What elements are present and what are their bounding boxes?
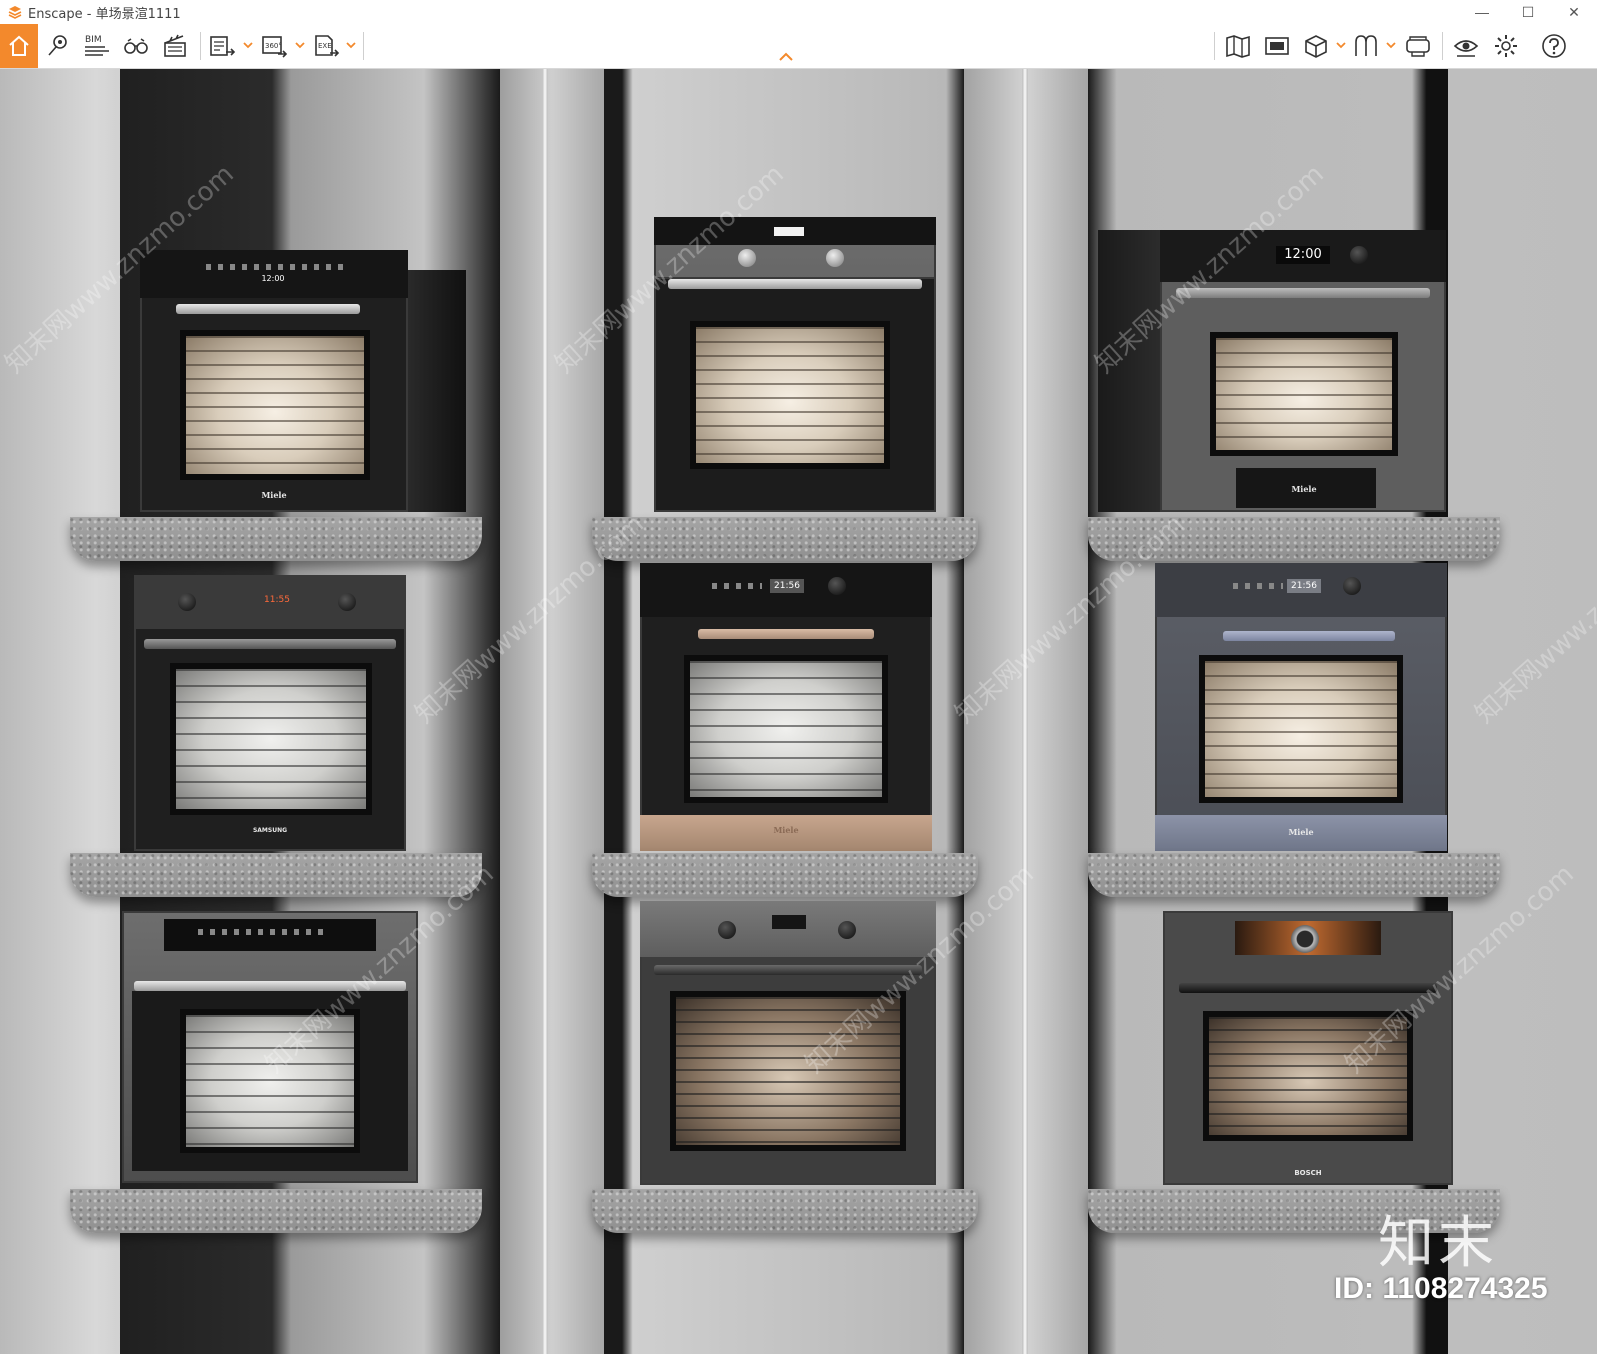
panorama-360-icon: 360°	[262, 36, 288, 58]
camera-view-icon	[1265, 37, 1289, 55]
oven-side	[1098, 230, 1168, 512]
bim-button[interactable]: BIM	[83, 32, 111, 60]
stone-shelf	[1088, 853, 1500, 897]
camera-view-button[interactable]	[1263, 32, 1291, 60]
oven-middle-left: 11:55 SAMSUNG	[134, 575, 406, 851]
oven-display: 21:56	[1287, 579, 1321, 593]
cube-icon	[1305, 35, 1327, 58]
oven-top-right: 12:00 Miele	[1160, 230, 1446, 512]
close-button[interactable]: ✕	[1551, 0, 1597, 24]
stone-shelf	[1088, 517, 1500, 561]
stone-shelf	[70, 1189, 482, 1233]
map-button[interactable]	[1224, 32, 1252, 60]
oven-side	[408, 270, 466, 512]
oven-middle-right: 21:56 Miele	[1155, 563, 1447, 851]
oven-display	[774, 227, 804, 236]
binoculars-icon	[124, 38, 148, 54]
oven-bottom-left	[122, 911, 418, 1183]
help-button[interactable]	[1540, 32, 1568, 60]
panorama-button[interactable]: 360°	[260, 32, 288, 60]
oven-knob	[1350, 246, 1368, 264]
chevron-down-icon[interactable]	[295, 40, 305, 50]
oven-knob	[738, 249, 756, 267]
render-viewport[interactable]: 12:00 Miele 12:00 Miele 11:55 SAMSUNG 21…	[0, 69, 1597, 1354]
oven-bottom-center	[640, 901, 936, 1185]
help-icon	[1542, 34, 1566, 58]
video-editor-button[interactable]	[161, 32, 189, 60]
material-icon	[1355, 35, 1377, 56]
window-title: Enscape - 单场景渲1111	[28, 6, 181, 22]
home-button[interactable]	[0, 24, 38, 68]
oven-brand: SAMSUNG	[252, 827, 288, 834]
wall-divider	[500, 69, 604, 1354]
chevron-down-icon[interactable]	[243, 40, 253, 50]
stone-shelf	[70, 853, 482, 897]
chevron-down-icon[interactable]	[346, 40, 356, 50]
oven-display: 12:00	[1276, 246, 1330, 264]
stone-shelf	[592, 517, 978, 561]
home-icon	[9, 35, 29, 56]
stone-shelf	[592, 1189, 978, 1233]
oven-knob	[826, 249, 844, 267]
maximize-button[interactable]: ☐	[1505, 0, 1551, 24]
oven-knob	[178, 593, 196, 611]
screenshot-export-icon	[210, 36, 236, 56]
svg-text:BIM: BIM	[85, 35, 102, 45]
location-pin-button[interactable]	[44, 32, 72, 60]
collapse-toolbar-icon[interactable]	[778, 52, 794, 62]
visual-settings-button[interactable]	[1452, 32, 1480, 60]
oven-knob	[1291, 925, 1319, 953]
oven-knob	[838, 921, 856, 939]
screenshot-export-button[interactable]	[208, 32, 236, 60]
title-bar: Enscape - 单场景渲1111 — ☐ ✕	[0, 0, 1597, 24]
oven-bottom-right: BOSCH	[1163, 911, 1453, 1185]
stone-shelf	[592, 853, 978, 897]
oven-brand: Miele	[773, 825, 799, 835]
enscape-logo-icon	[8, 6, 22, 19]
oven-display	[772, 915, 806, 929]
vr-headset-button[interactable]	[1404, 32, 1432, 60]
chevron-down-icon[interactable]	[1386, 40, 1396, 50]
oven-top-center	[654, 217, 936, 512]
binoculars-button[interactable]	[122, 32, 150, 60]
oven-display: 21:56	[770, 579, 804, 593]
svg-text:360°: 360°	[265, 42, 282, 50]
oven-display: 12:00	[261, 274, 285, 283]
oven-brand: Miele	[1288, 827, 1314, 837]
oven-middle-center: 21:56 Miele	[640, 563, 932, 851]
oven-knob	[828, 577, 846, 595]
location-pin-icon	[48, 35, 67, 56]
cube-button[interactable]	[1302, 32, 1330, 60]
vr-headset-icon	[1406, 36, 1430, 57]
oven-top-left: 12:00 Miele	[140, 250, 408, 512]
exe-export-button[interactable]: EXE	[312, 32, 340, 60]
material-button[interactable]	[1352, 32, 1380, 60]
oven-knob	[1343, 577, 1361, 595]
chevron-down-icon[interactable]	[1336, 40, 1346, 50]
oven-knob	[718, 921, 736, 939]
oven-display: 11:55	[264, 595, 290, 605]
znzmo-logo: 知末	[1378, 1211, 1498, 1276]
oven-brand: Miele	[261, 490, 287, 500]
eye-icon	[1453, 40, 1479, 57]
image-id-label: ID: 1108274325	[1334, 1272, 1548, 1305]
led-light-strip	[1022, 69, 1028, 1354]
toolbar: BIM 360° EXE	[0, 24, 1597, 69]
svg-text:EXE: EXE	[318, 42, 332, 50]
map-icon	[1226, 35, 1250, 58]
oven-brand: Miele	[1291, 484, 1317, 494]
settings-icon	[1495, 35, 1517, 57]
led-light-strip	[542, 69, 548, 1354]
bim-icon: BIM	[85, 35, 109, 56]
stone-shelf	[70, 517, 482, 561]
clapperboard-icon	[164, 34, 186, 57]
oven-knob	[338, 593, 356, 611]
minimize-button[interactable]: —	[1459, 0, 1505, 24]
settings-button[interactable]	[1492, 32, 1520, 60]
exe-export-icon: EXE	[315, 35, 340, 57]
oven-brand: BOSCH	[1294, 1169, 1322, 1177]
